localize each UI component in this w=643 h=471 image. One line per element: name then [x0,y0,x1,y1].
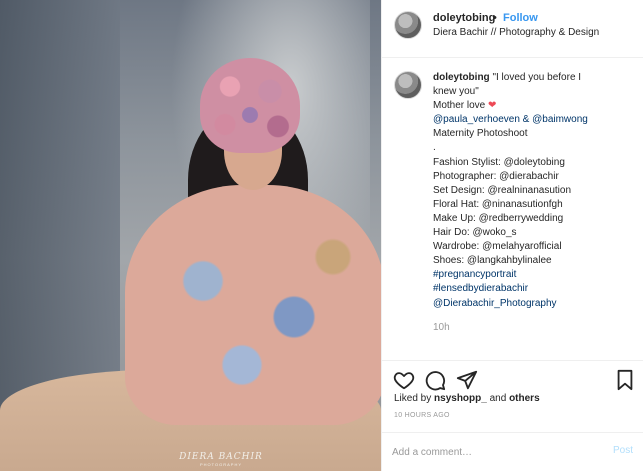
caption-credit: Set Design: @realninanasution [433,184,572,196]
caption-line: Maternity Photoshoot [433,128,528,140]
post-side-panel: doleytobing • Follow Diera Bachir // Pho… [381,0,643,471]
caption-hashtag[interactable]: #lensedbydierabachir [433,282,633,296]
caption-credit: Fashion Stylist: @doleytobing [433,156,565,168]
caption-mentions[interactable]: @paula_verhoeven & @baimwong [433,113,633,127]
caption-line: Mother love ❤ [433,99,633,113]
caption-credit: Floral Hat: @ninanasutionfgh [433,198,563,210]
watermark-name: DIERA BACHIR [179,452,263,462]
caption-credit: Photographer: @dierabachir [433,170,559,182]
comment-icon[interactable] [424,369,446,391]
header-separator: • [493,12,497,24]
add-comment-bar: Post [382,432,643,471]
caption-credit: Shoes: @langkahbylinalee [433,255,552,267]
share-icon[interactable] [456,369,478,391]
caption-credit: Wardrobe: @melahyarofficial [433,241,562,253]
caption-username[interactable]: doleytobing [433,72,490,83]
liker-username[interactable]: nsyshopp_ [434,393,487,404]
author-username[interactable]: doleytobing [433,12,495,24]
caption-text: "I loved you before I [492,72,582,83]
heart-emoji: ❤ [488,100,497,112]
likes-others[interactable]: others [509,393,540,404]
heart-icon[interactable] [393,369,415,391]
caption-time: 10h [433,322,450,333]
likes-and: and [489,393,507,404]
caption-first-line: doleytobing "I loved you before I [433,71,633,85]
follow-button[interactable]: Follow [503,12,538,24]
post-header: doleytobing • Follow Diera Bachir // Pho… [382,0,643,58]
caption-author-avatar[interactable] [394,71,422,99]
photo-floral-hat [200,58,300,153]
post-location[interactable]: Diera Bachir // Photography & Design [433,27,599,38]
watermark-subtitle: PHOTOGRAPHY [199,462,243,467]
author-avatar[interactable] [394,11,422,39]
photo-dress [125,185,381,425]
instagram-post: DIERA BACHIR PHOTOGRAPHY doleytobing • F… [0,0,643,471]
likes-prefix: Liked by [394,393,432,404]
post-comment-button[interactable]: Post [613,445,633,456]
photo-watermark: DIERA BACHIR PHOTOGRAPHY [176,452,266,467]
caption-line-text: Mother love [433,100,486,112]
comment-input[interactable] [392,444,592,460]
caption-line: . [433,142,436,154]
caption-hashtag[interactable]: #pregnancyportrait [433,268,633,282]
action-bar [382,360,643,396]
likes-summary: Liked by nsyshopp_ and others [394,393,540,404]
post-caption: doleytobing "I loved you before I knew y… [433,71,633,311]
bookmark-icon[interactable] [614,369,636,391]
post-timestamp[interactable]: 10 HOURS AGO [394,412,450,419]
caption-credit: Make Up: @redberrywedding [433,212,564,224]
caption-line: knew you" [433,86,479,98]
comments-area: doleytobing "I loved you before I knew y… [382,58,643,360]
caption-mention[interactable]: @Dierabachir_Photography [433,297,633,311]
post-photo[interactable]: DIERA BACHIR PHOTOGRAPHY [0,0,381,471]
caption-credit: Hair Do: @woko_s [433,227,517,239]
